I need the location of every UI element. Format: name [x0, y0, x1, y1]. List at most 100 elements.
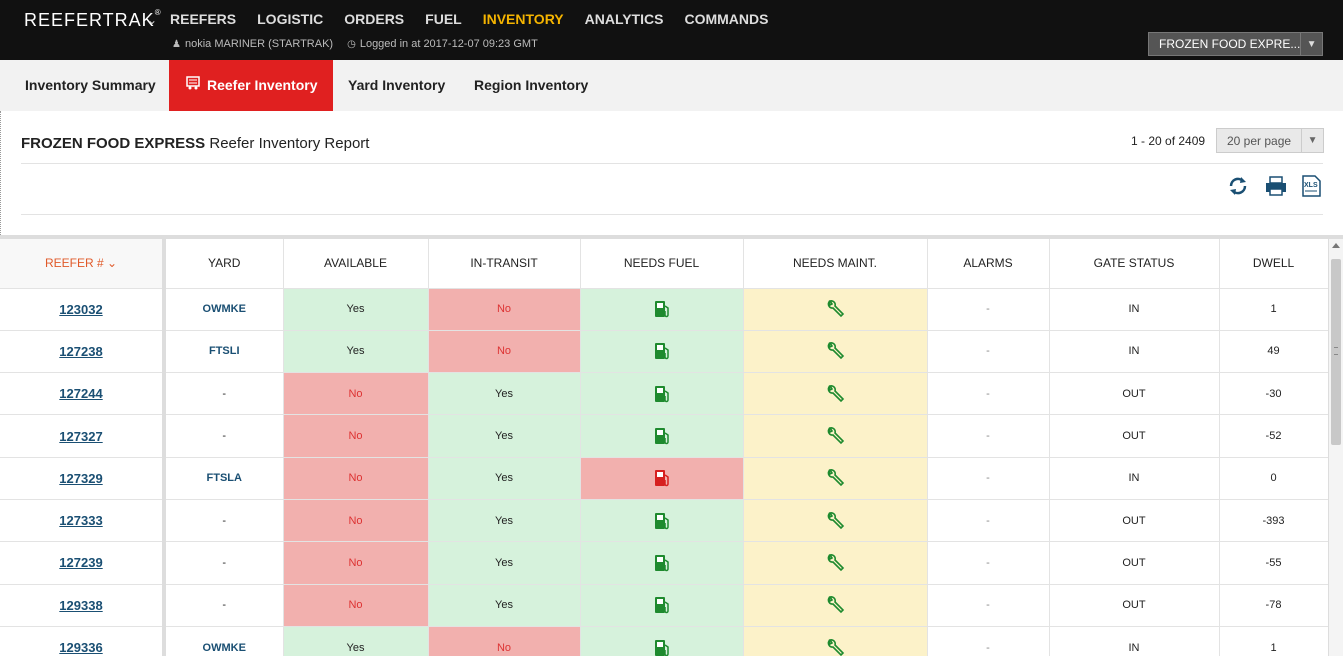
reefer-link[interactable]: 127333	[59, 513, 102, 528]
table-row: 123032 OWMKE Yes No - IN 1	[0, 288, 1328, 331]
cell-alarms: -	[927, 541, 1050, 585]
nav-analytics[interactable]: ANALYTICS	[585, 11, 664, 27]
cell-reefer: 127327	[0, 414, 166, 458]
cell-available: Yes	[283, 330, 429, 374]
table-row: 127244- No Yes - OUT -30	[0, 372, 1328, 416]
cell-yard: FTSLI	[164, 330, 284, 374]
wrench-icon	[825, 300, 845, 318]
cell-dwell: -393	[1219, 499, 1328, 543]
cell-needs-fuel	[580, 541, 744, 585]
cell-reefer: 123032	[0, 288, 166, 331]
cell-yard: OWMKE	[164, 626, 284, 656]
cell-yard: -	[164, 584, 284, 627]
app-logo[interactable]: REEFERTRAK®	[24, 8, 162, 31]
cell-alarms: -	[927, 288, 1050, 331]
scroll-up-icon[interactable]	[1332, 243, 1340, 248]
cell-needs-maint	[743, 414, 928, 458]
cell-dwell: 49	[1219, 330, 1328, 374]
tab-inventory-summary[interactable]: Inventory Summary	[0, 60, 169, 111]
nav-commands[interactable]: COMMANDS	[684, 11, 768, 27]
chevron-down-icon[interactable]: ▼	[1301, 129, 1323, 152]
reefer-link[interactable]: 123032	[59, 302, 102, 317]
cell-gate-status: OUT	[1049, 414, 1220, 458]
wrench-icon	[825, 469, 845, 487]
nav-fuel[interactable]: FUEL	[425, 11, 462, 27]
table-row: 129336 OWMKE Yes No - IN 1	[0, 626, 1328, 656]
col-yard: YARD	[164, 239, 284, 289]
tab-label: Inventory Summary	[25, 77, 156, 93]
svg-text:XLS: XLS	[1304, 182, 1318, 189]
main-nav: REEFERS LOGISTIC ORDERS FUEL INVENTORY A…	[170, 11, 789, 27]
col-needs-maint: NEEDS MAINT.	[743, 239, 928, 289]
cell-in-transit: No	[428, 330, 581, 374]
cell-dwell: -52	[1219, 414, 1328, 458]
cell-in-transit: No	[428, 288, 581, 331]
cell-yard: -	[164, 372, 284, 416]
company-name: FROZEN FOOD EXPRESS	[21, 135, 206, 152]
reefer-link[interactable]: 127238	[59, 344, 102, 359]
reefer-link[interactable]: 129338	[59, 598, 102, 613]
cell-needs-maint	[743, 541, 928, 585]
login-time: Logged in at 2017-12-07 09:23 GMT	[359, 38, 538, 50]
pagination-range: 1 - 20 of 2409	[1131, 134, 1206, 148]
reefer-link[interactable]: 127239	[59, 555, 102, 570]
tab-reefer-inventory[interactable]: Reefer Inventory	[169, 60, 333, 119]
sort-desc-icon[interactable]: ⌄	[107, 256, 117, 270]
cell-dwell: 1	[1219, 626, 1328, 656]
cell-gate-status: IN	[1049, 330, 1220, 374]
sub-nav: Inventory Summary Reefer Inventory Yard …	[0, 60, 1343, 119]
cell-yard: -	[164, 541, 284, 585]
vertical-scrollbar[interactable]	[1328, 239, 1343, 656]
col-gate-status: GATE STATUS	[1049, 239, 1220, 289]
report-header: FROZEN FOOD EXPRESS Reefer Inventory Rep…	[0, 111, 1343, 235]
nav-reefers[interactable]: REEFERS	[170, 11, 236, 27]
user-info: ♟ nokia MARINER (STARTRAK) ◷ Logged in a…	[172, 38, 538, 50]
chevron-down-icon[interactable]: ▼	[1300, 33, 1322, 55]
nav-inventory[interactable]: INVENTORY	[483, 11, 564, 27]
cell-reefer: 129336	[0, 626, 166, 656]
print-icon[interactable]	[1264, 174, 1288, 198]
refresh-icon[interactable]	[1227, 174, 1249, 198]
tab-region-inventory[interactable]: Region Inventory	[474, 60, 599, 111]
scroll-thumb[interactable]	[1331, 259, 1341, 445]
reefer-link[interactable]: 127329	[59, 471, 102, 486]
per-page-value: 20 per page	[1227, 133, 1292, 148]
per-page-select[interactable]: 20 per page ▼	[1216, 128, 1324, 153]
company-select[interactable]: FROZEN FOOD EXPRE... ▼	[1148, 32, 1323, 56]
cell-needs-fuel	[580, 330, 744, 374]
col-available: AVAILABLE	[283, 239, 429, 289]
cell-needs-fuel	[580, 584, 744, 627]
cell-available: No	[283, 584, 429, 627]
cell-dwell: -78	[1219, 584, 1328, 627]
cell-gate-status: IN	[1049, 457, 1220, 500]
cell-alarms: -	[927, 457, 1050, 500]
nav-orders[interactable]: ORDERS	[344, 11, 404, 27]
reefer-link[interactable]: 127327	[59, 429, 102, 444]
fuel-pump-icon	[653, 512, 671, 529]
cell-needs-maint	[743, 626, 928, 656]
table-row: 127333- No Yes - OUT -393	[0, 499, 1328, 543]
wrench-icon	[825, 427, 845, 445]
cell-dwell: -30	[1219, 372, 1328, 416]
top-bar: REEFERTRAK® ⌄ REEFERS LOGISTIC ORDERS FU…	[0, 0, 1343, 60]
col-reefer[interactable]: REEFER # ⌄	[0, 239, 166, 289]
cell-available: No	[283, 499, 429, 543]
cell-in-transit: Yes	[428, 457, 581, 500]
nav-logistic[interactable]: LOGISTIC	[257, 11, 323, 27]
reefer-link[interactable]: 129336	[59, 640, 102, 655]
cell-reefer: 129338	[0, 584, 166, 627]
cell-yard: FTSLA	[164, 457, 284, 500]
tab-yard-inventory[interactable]: Yard Inventory	[348, 60, 459, 111]
col-label: REEFER #	[44, 256, 104, 271]
user-name: nokia MARINER (STARTRAK)	[184, 38, 334, 50]
clock-icon: ◷	[347, 38, 356, 50]
cell-needs-fuel	[580, 457, 744, 500]
cell-in-transit: Yes	[428, 499, 581, 543]
cell-gate-status: IN	[1049, 626, 1220, 656]
cell-in-transit: Yes	[428, 414, 581, 458]
chevron-down-icon[interactable]: ⌄	[147, 13, 157, 27]
xls-export-icon[interactable]: XLS	[1300, 174, 1322, 198]
table-row: 127238 FTSLI Yes No - IN 49	[0, 330, 1328, 374]
fuel-pump-icon	[653, 343, 671, 360]
reefer-link[interactable]: 127244	[59, 386, 102, 401]
